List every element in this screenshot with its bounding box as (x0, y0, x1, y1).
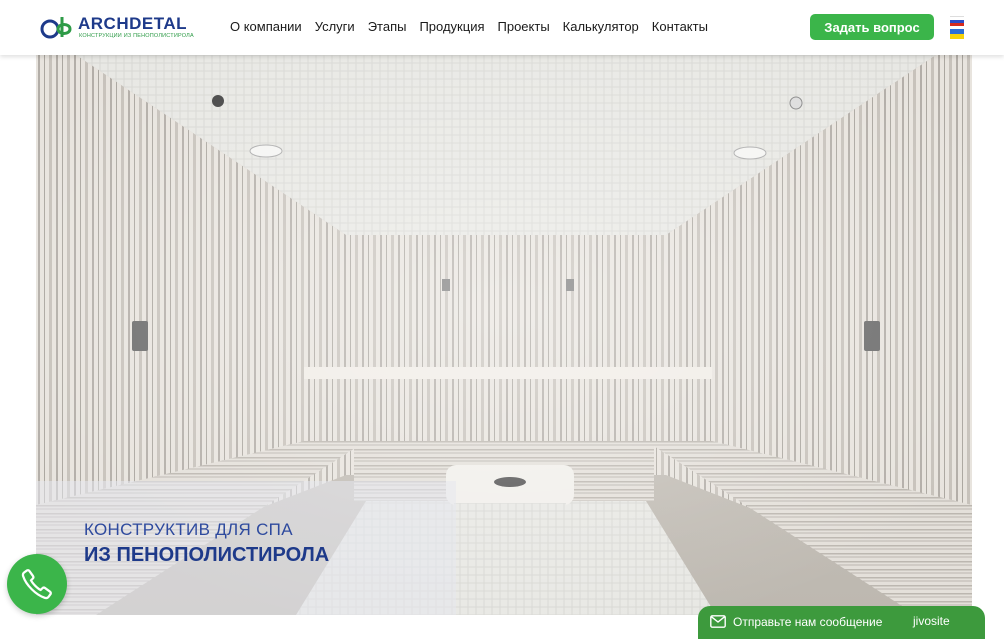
nav-item-contacts[interactable]: Контакты (652, 19, 708, 34)
nav-item-products[interactable]: Продукция (419, 19, 484, 34)
chat-label: Отправьте нам сообщение (733, 615, 883, 629)
nav-item-calculator[interactable]: Калькулятор (563, 19, 639, 34)
nav-item-about[interactable]: О компании (230, 19, 302, 34)
chat-brand: jivosite (913, 614, 950, 628)
main-nav: О компании Услуги Этапы Продукция Проект… (230, 19, 708, 34)
language-switcher (950, 16, 964, 42)
nav-item-projects[interactable]: Проекты (498, 19, 550, 34)
logo-tagline: КОНСТРУКЦИИ ИЗ ПЕНОПОЛИСТИРОЛА (79, 33, 194, 39)
flag-ru-icon[interactable] (950, 16, 964, 26)
nav-item-stages[interactable]: Этапы (368, 19, 407, 34)
site-header: ARCHDETAL КОНСТРУКЦИИ ИЗ ПЕНОПОЛИСТИРОЛА… (0, 0, 1004, 55)
phone-icon (21, 569, 52, 600)
envelope-icon (710, 615, 726, 628)
hero-banner: КОНСТРУКТИВ ДЛЯ СПА ИЗ ПЕНОПОЛИСТИРОЛА (36, 55, 972, 615)
logo-mark-icon (40, 17, 72, 39)
hero-subtitle: КОНСТРУКТИВ ДЛЯ СПА (84, 520, 293, 539)
ask-question-button[interactable]: Задать вопрос (810, 14, 934, 40)
nav-item-services[interactable]: Услуги (315, 19, 355, 34)
logo[interactable]: ARCHDETAL КОНСТРУКЦИИ ИЗ ПЕНОПОЛИСТИРОЛА (40, 13, 200, 41)
call-button[interactable] (7, 554, 67, 614)
hero-heading: КОНСТРУКТИВ ДЛЯ СПА ИЗ ПЕНОПОЛИСТИРОЛА (84, 520, 329, 567)
hero-title: ИЗ ПЕНОПОЛИСТИРОЛА (84, 544, 330, 566)
logo-name: ARCHDETAL (78, 14, 188, 33)
flag-ua-icon[interactable] (950, 29, 964, 39)
chat-widget[interactable]: Отправьте нам сообщение jivosite (698, 606, 985, 639)
